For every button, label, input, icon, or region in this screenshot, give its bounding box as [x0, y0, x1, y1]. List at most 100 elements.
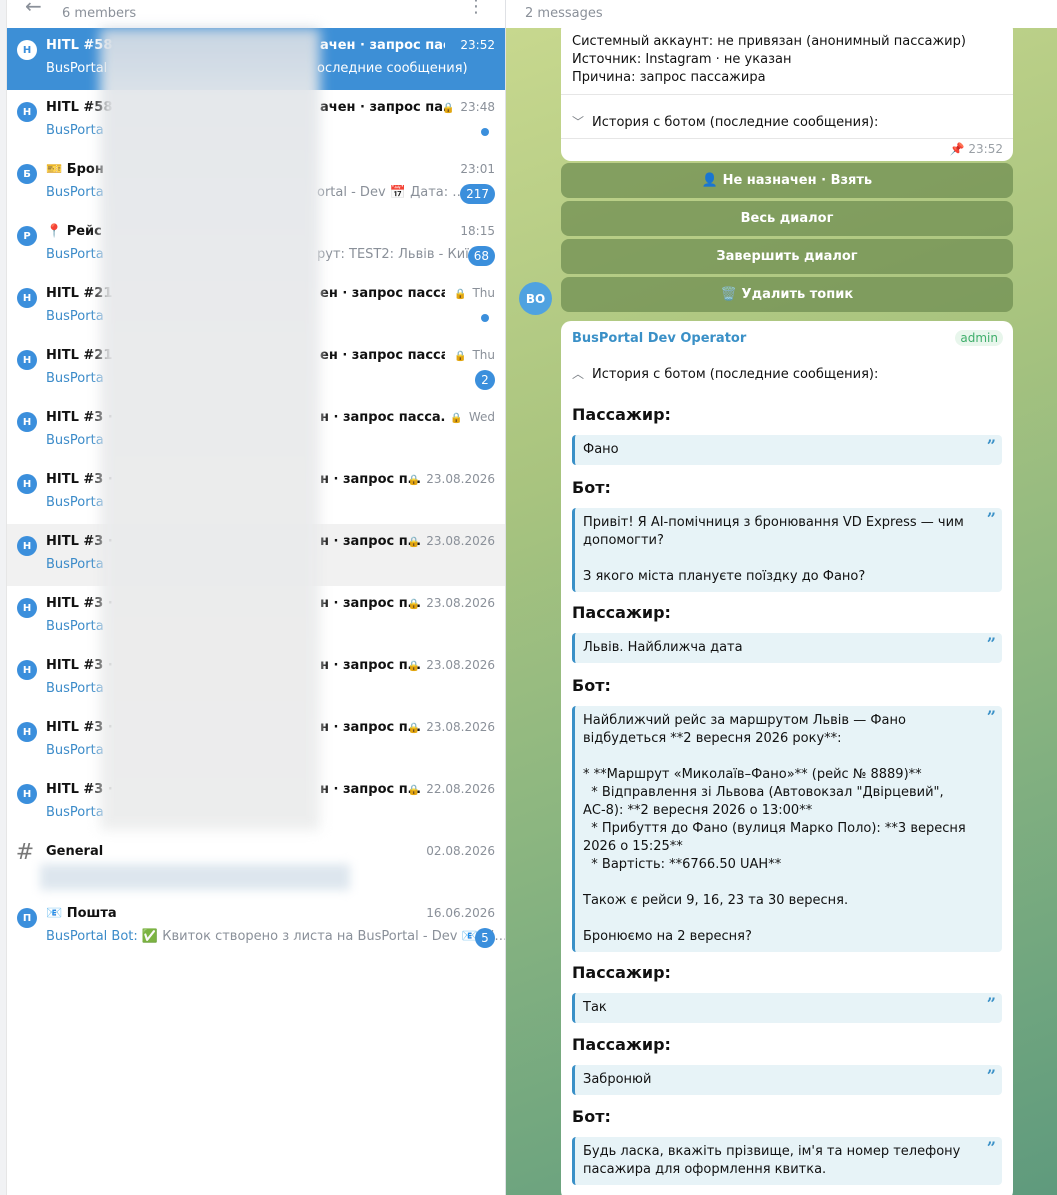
- chevron-up-icon: ︿: [572, 367, 585, 381]
- topic-avatar: H: [17, 536, 37, 556]
- unread-dot: [481, 314, 489, 322]
- finish-dialog-button[interactable]: Завершить диалог: [561, 239, 1013, 274]
- topic-snippet: рут: TEST2: Львів - Київ…: [317, 247, 469, 262]
- topic-snippet: ortal - Dev 📅 Дата: …: [317, 185, 466, 200]
- left-edge: [0, 0, 7, 1195]
- lock-icon: 🔒: [407, 599, 421, 610]
- quote-block: Привіт! Я АІ-помічниця з бронювання VD E…: [572, 508, 1002, 592]
- topic-title: 📍 Рейс: [46, 224, 102, 239]
- topic-sender: BusPorta: [46, 247, 104, 262]
- topic-title-tail: ачен · запрос пасса…: [320, 38, 445, 53]
- topic-title-tail: ачен · запрос па…: [320, 100, 445, 115]
- chat-list-panel: ← 6 members ⋮ H HITL #58 ачен · запрос п…: [0, 0, 506, 1195]
- back-arrow-icon[interactable]: ←: [25, 0, 42, 18]
- unread-badge: 2: [475, 370, 495, 390]
- topic-title-tail: ен · запрос пасса…: [320, 286, 445, 301]
- info-line-source: Источник: Instagram · не указан: [572, 52, 792, 67]
- topic-avatar: H: [17, 598, 37, 618]
- redacted-blur-region: [40, 864, 350, 890]
- history-collapsible[interactable]: ﹀ История с ботом (последние сообщения):: [572, 113, 878, 130]
- quote-icon: ”: [986, 994, 996, 1013]
- topic-time: 23:52: [460, 38, 495, 52]
- lock-icon: 🔒: [454, 351, 467, 362]
- topic-avatar: H: [17, 288, 37, 308]
- topic-time-text: 23.08.2026: [426, 472, 495, 486]
- take-button[interactable]: 👤 Не назначен · Взять: [561, 163, 1013, 198]
- left-header: ← 6 members ⋮: [7, 0, 505, 28]
- topic-info-message: Системный аккаунт: не привязан (анонимны…: [561, 20, 1013, 161]
- full-dialog-button[interactable]: Весь диалог: [561, 201, 1013, 236]
- sender-name[interactable]: BusPortal Dev Operator: [572, 331, 746, 346]
- history-collapsible[interactable]: ︿ История с ботом (последние сообщения):: [572, 365, 878, 382]
- topic-avatar: H: [17, 660, 37, 680]
- unread-badge: 5: [475, 928, 495, 948]
- topic-time: 23:01: [460, 162, 495, 176]
- quote-icon: ”: [986, 509, 996, 528]
- quote-text: Найближчий рейс за маршрутом Львів — Фан…: [583, 713, 966, 944]
- quote-text: Так: [583, 1000, 607, 1015]
- topic-time: 🔒 23:48: [442, 100, 495, 114]
- chevron-down-icon: ﹀: [572, 115, 585, 129]
- topic-avatar: H: [17, 784, 37, 804]
- quote-icon: ”: [986, 707, 996, 726]
- quote-block: Забронюй ”: [572, 1065, 1002, 1095]
- topic-snippet: ✅ Квиток створено з листа на BusPortal -…: [141, 929, 506, 944]
- topic-time-text: 23.08.2026: [426, 534, 495, 548]
- topic-time: 🔒 23.08.2026: [408, 658, 495, 672]
- lock-icon: 🔒: [407, 785, 421, 796]
- quote-icon: ”: [986, 1066, 996, 1085]
- topic-avatar: H: [17, 40, 37, 60]
- topic-time: 🔒 23.08.2026: [408, 534, 495, 548]
- topic-avatar: H: [17, 412, 37, 432]
- divider: [561, 94, 1013, 95]
- unread-dot: [481, 128, 489, 136]
- topic-sender: BusPorta: [46, 309, 104, 324]
- topic-time-text: Wed: [468, 410, 495, 424]
- message-time-text: 23:52: [968, 142, 1003, 156]
- quote-text: Будь ласка, вкажіть прізвище, ім'я та но…: [583, 1144, 965, 1177]
- history-label: История с ботом (последние сообщения):: [592, 367, 879, 382]
- topic-snippet: оследние сообщения): Пасс…: [317, 61, 469, 76]
- topic-time-text: Thu: [472, 286, 495, 300]
- topic-title-tail: ен · запрос пасса…: [320, 348, 445, 363]
- topic-sender: BusPorta: [46, 681, 104, 696]
- topic-sender: BusPortal: [46, 61, 108, 76]
- message-time: 📌 23:52: [950, 142, 1003, 156]
- quote-text: Привіт! Я АІ-помічниця з бронювання VD E…: [583, 515, 964, 584]
- speaker-label: Пассажир:: [572, 603, 671, 622]
- more-menu-icon[interactable]: ⋮: [467, 0, 485, 17]
- quote-block: Найближчий рейс за маршрутом Львів — Фан…: [572, 706, 1002, 952]
- quote-icon: ”: [986, 1138, 996, 1157]
- topic-time-text: 23.08.2026: [426, 720, 495, 734]
- topic-title: 📧 Пошта: [46, 906, 117, 921]
- speaker-label: Бот:: [572, 478, 611, 497]
- topic-sender: BusPortal Bot: ✅ Квиток створено з листа…: [46, 929, 506, 944]
- chat-header: 2 messages: [506, 0, 1057, 28]
- info-line-reason: Причина: запрос пассажира: [572, 70, 766, 85]
- lock-icon: 🔒: [407, 661, 421, 672]
- topic-row-mail[interactable]: П 📧 Пошта BusPortal Bot: ✅ Квиток створе…: [7, 896, 505, 958]
- quote-icon: ”: [986, 634, 996, 653]
- topic-time: 🔒 22.08.2026: [408, 782, 495, 796]
- topic-sender: BusPorta: [46, 805, 104, 820]
- delete-topic-button[interactable]: 🗑️ Удалить топик: [561, 277, 1013, 312]
- topic-sender: BusPorta: [46, 743, 104, 758]
- topic-avatar: Р: [17, 226, 37, 246]
- topic-time: 🔒 23.08.2026: [408, 720, 495, 734]
- topic-time: 🔒 Thu: [454, 348, 495, 362]
- quote-block: Будь ласка, вкажіть прізвище, ім'я та но…: [572, 1137, 1002, 1185]
- topic-title: 🎫 Брон: [46, 162, 104, 177]
- lock-icon: 🔒: [454, 289, 467, 300]
- topic-time: 🔒 23.08.2026: [408, 472, 495, 486]
- quote-block: Так ”: [572, 993, 1002, 1023]
- unread-badge: 68: [467, 246, 495, 266]
- avatar[interactable]: BO: [519, 282, 552, 315]
- hash-icon: #: [15, 839, 35, 865]
- topic-time-text: Thu: [472, 348, 495, 362]
- topic-avatar: П: [17, 908, 37, 928]
- topic-sender: BusPorta: [46, 123, 104, 138]
- lock-icon: 🔒: [407, 723, 421, 734]
- speaker-label: Бот:: [572, 676, 611, 695]
- speaker-label: Бот:: [572, 1107, 611, 1126]
- unread-badge: 217: [460, 184, 495, 204]
